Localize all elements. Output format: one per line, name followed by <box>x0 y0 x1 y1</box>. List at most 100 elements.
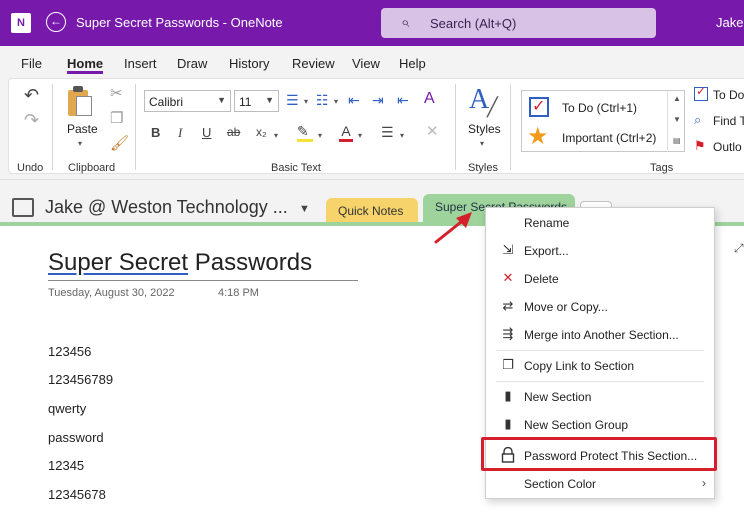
move-icon: ⇄ <box>502 298 514 313</box>
menu-item-delete[interactable]: ✕ Delete <box>486 266 714 292</box>
title-underline <box>48 280 358 281</box>
align-icon[interactable]: ☰ <box>381 125 394 139</box>
tag-important[interactable]: ★ Important (Ctrl+2) <box>522 122 670 152</box>
expand-icon[interactable]: ⤢ <box>734 241 744 256</box>
paste-label[interactable]: Paste <box>67 122 98 136</box>
back-arrow-icon[interactable]: ← <box>46 12 66 32</box>
menu-help[interactable]: Help <box>399 56 426 71</box>
menu-item-new-section[interactable]: ▮ New Section <box>486 384 714 410</box>
menu-view[interactable]: View <box>352 56 380 71</box>
chevron-up-icon[interactable]: ▲ <box>673 94 681 103</box>
menu-item-merge[interactable]: ⇶ Merge into Another Section... <box>486 322 714 348</box>
user-name[interactable]: Jake C <box>716 15 744 30</box>
cut-icon[interactable]: ✂ <box>110 86 123 101</box>
chevron-down-icon[interactable]: ▼ <box>673 115 681 124</box>
copy-icon[interactable]: ❐ <box>110 111 123 126</box>
checkbox-icon: ✓ <box>529 97 549 117</box>
chevron-down-icon[interactable]: ▼ <box>299 203 310 215</box>
tags-gallery: ✓ To Do (Ctrl+1) ★ Important (Ctrl+2) <box>521 90 685 152</box>
note-line[interactable]: 123456 <box>48 344 91 359</box>
chevron-down-icon: ▼ <box>265 95 274 105</box>
delete-x-icon: ✕ <box>502 270 514 285</box>
group-label-tags: Tags <box>650 162 674 174</box>
highlight-dropdown-icon[interactable]: ▾ <box>318 131 322 140</box>
decrease-indent-list-icon[interactable]: ⇤ <box>397 93 409 107</box>
menu-item-copy-link[interactable]: ❐ Copy Link to Section <box>486 353 714 379</box>
menu-file[interactable]: File <box>21 56 42 71</box>
menu-item-label: Merge into Another Section... <box>524 328 679 342</box>
todo-tag-checkbox-icon[interactable]: ✓ <box>694 84 708 101</box>
menu-item-new-section-group[interactable]: ▮ New Section Group <box>486 412 714 438</box>
highlight-icon[interactable]: ✎ <box>297 124 313 142</box>
bold-icon[interactable]: B <box>151 126 160 139</box>
styles-dropdown-icon[interactable]: ▾ <box>480 139 484 148</box>
note-line[interactable]: 12345 <box>48 458 84 473</box>
outlook-tasks-icon: ⚑ <box>694 138 706 153</box>
increase-indent-icon[interactable]: ⇥ <box>372 93 384 107</box>
more-icon[interactable]: ▤ <box>673 136 681 145</box>
numbering-icon[interactable]: ☷ <box>316 93 329 107</box>
search-box[interactable]: ⌕ Search (Alt+Q) <box>381 8 656 38</box>
page-title[interactable]: Super Secret Passwords <box>48 249 312 277</box>
underline-icon[interactable]: U <box>202 126 211 139</box>
paste-dropdown-icon[interactable]: ▾ <box>78 139 82 148</box>
note-line[interactable]: qwerty <box>48 401 86 416</box>
separator <box>52 84 53 170</box>
menu-item-section-color[interactable]: Section Color › <box>486 471 714 497</box>
styles-label[interactable]: Styles <box>468 122 501 136</box>
delete-formatting-icon[interactable]: ✕ <box>426 124 439 139</box>
font-name-dropdown[interactable]: Calibri ▼ <box>144 90 231 112</box>
format-painter-icon[interactable]: 🖌 <box>110 136 129 151</box>
redo-icon[interactable]: ↷ <box>24 111 39 129</box>
group-label-styles: Styles <box>468 162 498 174</box>
onenote-window: N ← Super Secret Passwords - OneNote ⌕ S… <box>0 0 744 517</box>
menu-item-label: Delete <box>524 272 559 286</box>
bullets-dropdown-icon[interactable]: ▾ <box>304 97 308 106</box>
outlook-tasks-button[interactable]: Outlo <box>713 140 742 154</box>
menu-item-rename[interactable]: Rename <box>486 210 714 236</box>
bullets-icon[interactable]: ☰ <box>286 93 299 107</box>
menu-bar: File Home Insert Draw History Review Vie… <box>0 46 744 76</box>
paste-icon[interactable] <box>68 86 94 118</box>
decrease-indent-icon[interactable]: ⇤ <box>348 93 360 107</box>
find-tags-icon: ⌕ <box>694 112 702 127</box>
annotation-arrow-icon <box>434 212 472 244</box>
menu-item-move-copy[interactable]: ⇄ Move or Copy... <box>486 294 714 320</box>
search-placeholder: Search (Alt+Q) <box>430 16 517 31</box>
menu-review[interactable]: Review <box>292 56 335 71</box>
font-size-dropdown[interactable]: 11 ▼ <box>234 90 279 112</box>
clear-formatting-icon[interactable]: A <box>424 91 435 107</box>
menu-insert[interactable]: Insert <box>124 56 157 71</box>
numbering-dropdown-icon[interactable]: ▾ <box>334 97 338 106</box>
font-color-icon[interactable]: A <box>339 124 353 142</box>
onenote-logo-icon: N <box>11 13 31 33</box>
export-icon: ⇲ <box>502 242 514 257</box>
note-line[interactable]: 123456789 <box>48 372 113 387</box>
strikethrough-icon[interactable]: ab <box>227 126 240 138</box>
find-tags-button[interactable]: Find T <box>713 114 744 128</box>
align-dropdown-icon[interactable]: ▾ <box>400 131 404 140</box>
font-color-dropdown-icon[interactable]: ▾ <box>358 131 362 140</box>
subscript-icon[interactable]: x₂ <box>256 126 267 138</box>
menu-history[interactable]: History <box>229 56 269 71</box>
font-name-value: Calibri <box>149 95 184 109</box>
undo-icon[interactable]: ↶ <box>24 86 39 104</box>
todo-tag-button[interactable]: To Do <box>713 88 744 102</box>
section-tab-quick-notes[interactable]: Quick Notes <box>326 198 418 222</box>
section-tab-label: Quick Notes <box>338 204 404 218</box>
notebook-icon[interactable] <box>12 198 34 217</box>
note-line[interactable]: password <box>48 430 104 445</box>
tag-todo[interactable]: ✓ To Do (Ctrl+1) <box>522 92 670 122</box>
menu-home[interactable]: Home <box>67 56 103 71</box>
tags-scroll[interactable]: ▲ ▼ ▤ <box>667 90 685 152</box>
note-line[interactable]: 12345678 <box>48 487 106 502</box>
menu-draw[interactable]: Draw <box>177 56 207 71</box>
chevron-down-icon: ▼ <box>217 95 226 105</box>
subscript-dropdown-icon[interactable]: ▾ <box>274 131 278 140</box>
italic-icon[interactable]: I <box>178 126 182 139</box>
menu-item-export[interactable]: ⇲ Export... <box>486 238 714 264</box>
menu-item-label: Export... <box>524 244 569 258</box>
page-date: Tuesday, August 30, 2022 <box>48 287 175 299</box>
menu-item-label: New Section Group <box>524 418 629 432</box>
notebook-name[interactable]: Jake @ Weston Technology ... <box>45 197 288 218</box>
